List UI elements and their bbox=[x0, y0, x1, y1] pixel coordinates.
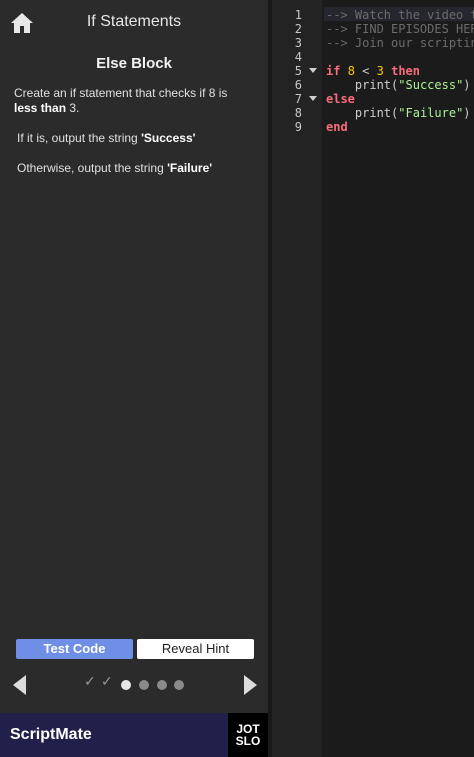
keyword-then: then bbox=[391, 64, 420, 78]
instruction-paragraph-3: Otherwise, output the string 'Failure' bbox=[17, 161, 257, 176]
step-dot[interactable] bbox=[139, 680, 149, 690]
step-pager: ✓ ✓ bbox=[0, 672, 268, 698]
code-editor[interactable]: 1 2 3 4 5 6 7 8 9 --> Watch the video t … bbox=[272, 0, 474, 757]
instruction-paragraph-1: Create an if statement that checks if 8 … bbox=[14, 86, 254, 116]
string-literal: "Success" bbox=[398, 78, 464, 92]
number-literal: 3 bbox=[376, 64, 384, 78]
keyword-end: end bbox=[326, 120, 348, 134]
line-number: 5 bbox=[294, 64, 302, 78]
arrow-right-icon[interactable] bbox=[244, 675, 257, 695]
code-line: if 8 < 3 then bbox=[326, 64, 420, 78]
line-number: 3 bbox=[294, 36, 302, 50]
step-complete-check-icon: ✓ bbox=[84, 674, 96, 690]
step-complete-check-icon: ✓ bbox=[101, 674, 113, 690]
instruction-text: Otherwise, output the string bbox=[17, 161, 168, 175]
instruction-text: If it is, output the string bbox=[17, 131, 142, 145]
line-number: 2 bbox=[294, 22, 302, 36]
instruction-paragraph-2: If it is, output the string 'Success' bbox=[17, 131, 257, 146]
brand-name: ScriptMate bbox=[10, 726, 92, 743]
code-line: print("Success") bbox=[326, 78, 471, 92]
code-line: else bbox=[326, 92, 355, 106]
instruction-text: 3. bbox=[66, 101, 80, 115]
test-code-button[interactable]: Test Code bbox=[16, 639, 133, 659]
instruction-emphasis: 'Failure' bbox=[167, 161, 213, 175]
number-literal: 8 bbox=[347, 64, 355, 78]
line-number: 6 bbox=[294, 78, 302, 92]
step-dot[interactable] bbox=[157, 680, 167, 690]
paren: ) bbox=[463, 106, 471, 120]
code-comment: --> FIND EPISODES HER bbox=[326, 22, 474, 36]
code-text-area[interactable]: --> Watch the video t --> FIND EPISODES … bbox=[322, 0, 474, 757]
arrow-left-icon[interactable] bbox=[13, 675, 26, 695]
instruction-emphasis: less than bbox=[14, 101, 67, 115]
lesson-title: If Statements bbox=[86, 13, 182, 30]
line-number: 4 bbox=[294, 50, 302, 64]
line-number-gutter: 1 2 3 4 5 6 7 8 9 bbox=[272, 0, 322, 757]
lesson-panel: If Statements Else Block Create an if st… bbox=[0, 0, 268, 757]
instruction-text: Create an if statement that checks if 8 … bbox=[14, 86, 228, 100]
paren: ) bbox=[463, 78, 471, 92]
keyword-if: if bbox=[326, 64, 341, 78]
lesson-header: If Statements bbox=[0, 0, 268, 46]
code-line: end bbox=[326, 120, 348, 134]
step-dot[interactable] bbox=[174, 680, 184, 690]
action-buttons: Test Code Reveal Hint bbox=[16, 639, 256, 659]
code-line: print("Failure") bbox=[326, 106, 471, 120]
fold-chevron-icon[interactable] bbox=[309, 68, 317, 73]
instruction-emphasis: 'Success' bbox=[141, 131, 196, 145]
block-title: Else Block bbox=[96, 55, 172, 72]
reveal-hint-button[interactable]: Reveal Hint bbox=[137, 639, 254, 659]
line-number: 9 bbox=[294, 120, 302, 134]
step-dot-current[interactable] bbox=[121, 680, 131, 690]
jotslo-logo: JOT SLO bbox=[228, 713, 268, 757]
function-name: print bbox=[354, 78, 392, 92]
string-literal: "Failure" bbox=[398, 106, 464, 120]
code-comment: --> Join our scriptin bbox=[326, 36, 474, 50]
line-number: 7 bbox=[294, 92, 302, 106]
line-number: 8 bbox=[294, 106, 302, 120]
logo-text: SLO bbox=[235, 734, 261, 748]
fold-chevron-icon[interactable] bbox=[309, 96, 317, 101]
function-name: print bbox=[354, 106, 392, 120]
keyword-else: else bbox=[326, 92, 355, 106]
line-number: 1 bbox=[294, 8, 302, 22]
operator: < bbox=[362, 64, 370, 78]
code-comment: --> Watch the video t bbox=[326, 8, 474, 22]
